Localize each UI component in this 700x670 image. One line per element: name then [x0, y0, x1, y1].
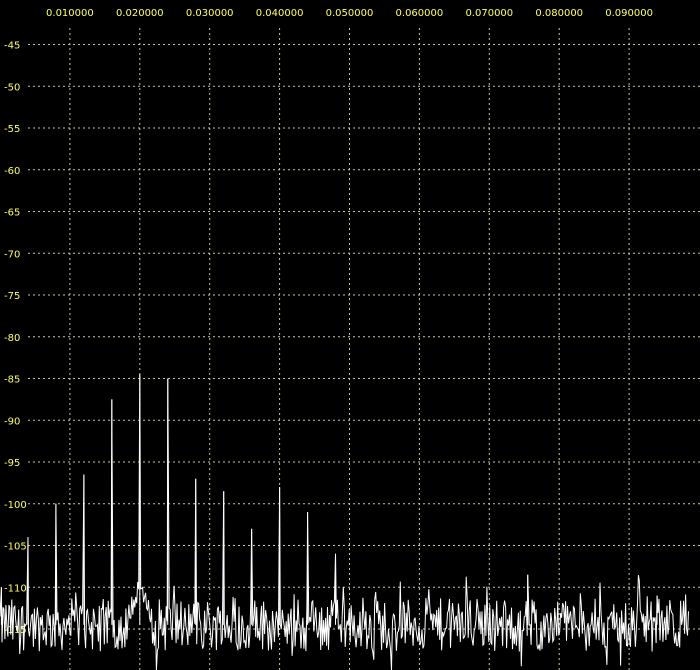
y-tick-label: -80	[4, 333, 20, 344]
x-tick-label: 0.090000	[605, 8, 653, 19]
x-tick-label: 0.030000	[186, 8, 234, 19]
x-tick-label: 0.070000	[465, 8, 513, 19]
x-tick-label: 0.050000	[326, 8, 374, 19]
y-tick-label: -100	[4, 500, 27, 511]
y-tick-label: -105	[4, 542, 27, 553]
spectrum-plot: 0.010000 0.020000 0.030000 0.040000 0.050000…	[0, 0, 700, 670]
y-tick-label: -65	[4, 208, 20, 219]
x-tick-labels: 0.010000 0.020000 0.030000 0.040000 0.050000…	[46, 8, 653, 19]
y-tick-label: -50	[4, 82, 20, 93]
y-tick-label: -110	[4, 583, 27, 594]
y-tick-label: -90	[4, 416, 20, 427]
x-tick-label: 0.080000	[535, 8, 583, 19]
y-tick-label: -45	[4, 41, 20, 52]
y-tick-label: -85	[4, 375, 20, 386]
x-tick-label: 0.040000	[256, 8, 304, 19]
x-tick-label: 0.020000	[116, 8, 164, 19]
y-tick-label: -70	[4, 249, 20, 260]
y-tick-label: -75	[4, 291, 20, 302]
y-tick-label: -60	[4, 166, 20, 177]
x-tick-label: 0.060000	[396, 8, 444, 19]
y-tick-label: -95	[4, 458, 20, 469]
spectrum-svg: 0.010000 0.020000 0.030000 0.040000 0.050000…	[0, 0, 700, 670]
x-tick-label: 0.010000	[46, 8, 94, 19]
y-tick-label: -55	[4, 124, 20, 135]
